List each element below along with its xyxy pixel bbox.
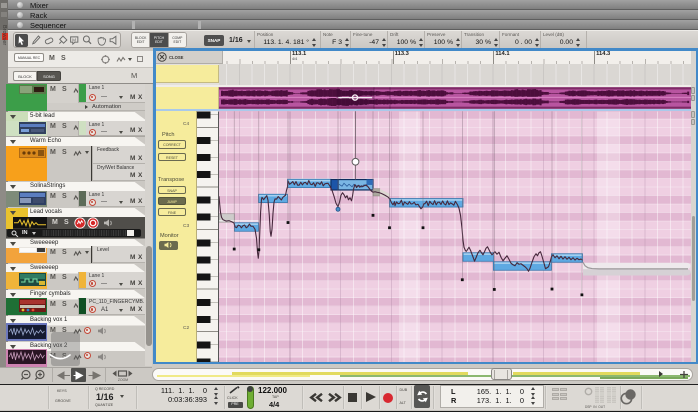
svg-text:M: M [72, 37, 76, 43]
